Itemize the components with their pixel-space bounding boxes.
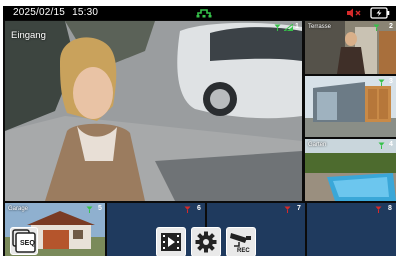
channel-number: 3 <box>389 78 393 85</box>
film-playback-icon <box>161 233 181 251</box>
network-icon <box>196 9 212 18</box>
camera-tile-3[interactable]: 3 <box>305 76 396 137</box>
record-label: REC <box>237 248 250 254</box>
camera-tile-7[interactable]: 7 <box>207 203 305 256</box>
camera-tile-1[interactable]: Eingang 1 <box>5 21 302 201</box>
camera-label: Garten <box>308 142 327 148</box>
playback-button[interactable] <box>156 227 186 257</box>
signal-icon <box>373 24 380 31</box>
signal-icon <box>378 142 385 149</box>
camera-feed-image <box>5 21 302 201</box>
camera-monitor-screen: 2025/02/15 15:30 Eingang 1 Terrasse 2 3 … <box>3 6 396 257</box>
camera-record-icon <box>230 233 251 247</box>
channel-number: 8 <box>388 205 392 212</box>
channel-number: 4 <box>389 141 393 148</box>
channel-number: 7 <box>297 205 301 212</box>
camera-label: Terrasse <box>308 24 332 30</box>
no-signal-icon <box>184 206 191 213</box>
battery-charging-icon <box>370 7 390 19</box>
camera-label: Garage <box>8 206 29 212</box>
signal-icon <box>86 206 93 213</box>
signal-icon <box>378 79 385 86</box>
no-signal-icon <box>375 206 382 213</box>
time-text: 15:30 <box>72 7 99 18</box>
camera-tile-8[interactable]: 8 <box>307 203 396 256</box>
signal-icon <box>274 24 281 31</box>
sequence-label: SEQ <box>20 240 35 247</box>
status-bar: 2025/02/15 15:30 <box>3 6 396 20</box>
channel-number: 5 <box>98 205 102 212</box>
sequence-button[interactable]: SEQ <box>10 227 38 255</box>
channel-number: 2 <box>389 23 393 30</box>
no-signal-icon <box>284 206 291 213</box>
date-time: 2025/02/15 15:30 <box>13 7 105 18</box>
record-button[interactable]: REC <box>226 227 256 257</box>
camera-tile-4[interactable]: Garten 4 <box>305 139 396 201</box>
date-text: 2025/02/15 <box>13 7 66 18</box>
speaker-muted-icon[interactable] <box>346 8 362 18</box>
camera-tile-2[interactable]: Terrasse 2 <box>305 21 396 74</box>
camera-label: Eingang <box>11 30 46 41</box>
channel-number: 1 <box>295 23 299 30</box>
signal-strength-icon <box>284 24 293 31</box>
channel-number: 6 <box>197 205 201 212</box>
gear-icon <box>195 231 217 253</box>
settings-button[interactable] <box>191 227 221 257</box>
